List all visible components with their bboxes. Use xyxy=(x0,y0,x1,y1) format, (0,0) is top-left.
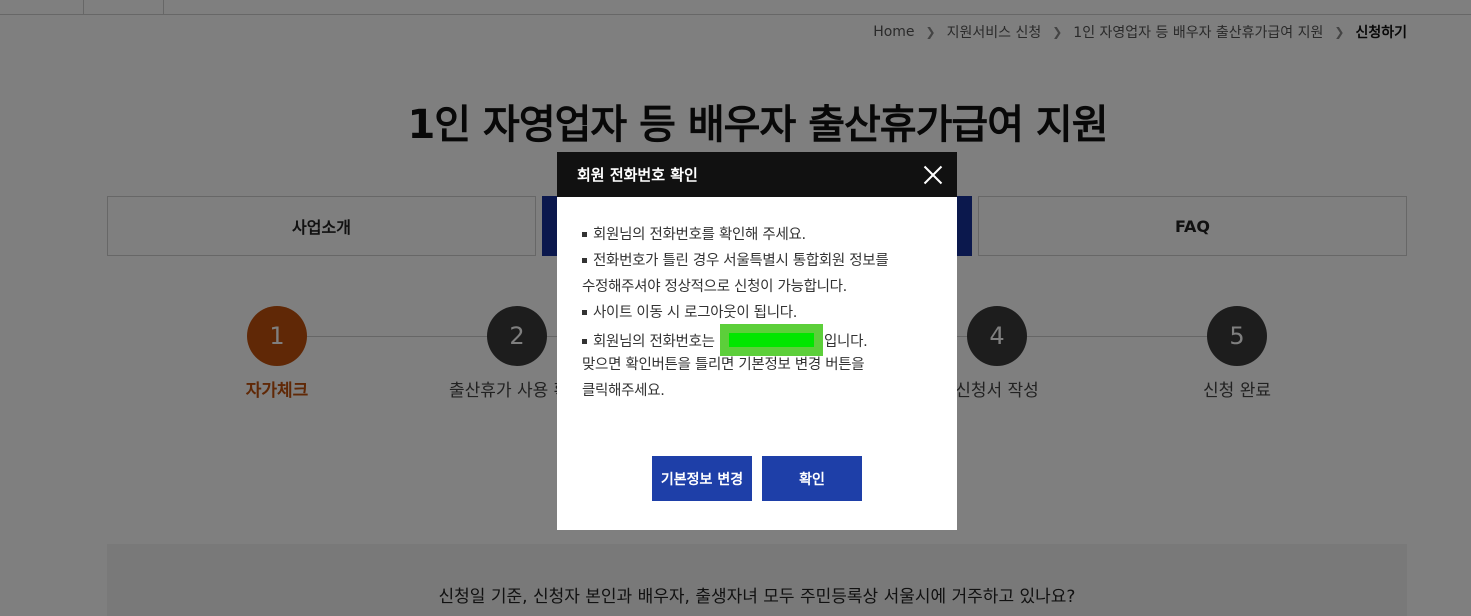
bullet-icon xyxy=(582,257,587,263)
close-icon[interactable] xyxy=(923,165,943,185)
modal-text: 회원님의 전화번호는 xyxy=(593,334,715,350)
modal-title: 회원 전화번호 확인 xyxy=(577,166,698,184)
modal-text-line: 전화번호가 틀린 경우 서울특별시 통합회원 정보를 xyxy=(582,248,942,274)
confirm-button[interactable]: 확인 xyxy=(762,456,862,501)
change-info-button[interactable]: 기본정보 변경 xyxy=(652,456,752,501)
modal-text: 전화번호가 틀린 경우 서울특별시 통합회원 정보를 xyxy=(593,253,889,269)
modal-text-line: 클릭해주세요. xyxy=(582,378,942,404)
phone-number-redacted xyxy=(719,324,823,356)
modal-text: 회원님의 전화번호를 확인해 주세요. xyxy=(593,227,806,243)
modal-body: 회원님의 전화번호를 확인해 주세요. 전화번호가 틀린 경우 서울특별시 통합… xyxy=(582,222,942,404)
modal-text: 수정해주셔야 정상적으로 신청이 가능합니다. xyxy=(582,279,847,295)
modal-header: 회원 전화번호 확인 xyxy=(557,152,957,197)
bullet-icon xyxy=(582,231,587,237)
modal-text-line: 수정해주셔야 정상적으로 신청이 가능합니다. xyxy=(582,274,942,300)
bullet-icon xyxy=(582,338,587,344)
modal-text: 입니다. xyxy=(823,334,868,350)
modal-text-line: 회원님의 전화번호는 입니다. xyxy=(582,324,942,356)
modal-text-line: 사이트 이동 시 로그아웃이 됩니다. xyxy=(582,300,942,326)
modal-text: 맞으면 확인버튼을 틀리면 기본정보 변경 버튼을 xyxy=(582,357,865,373)
modal-text: 사이트 이동 시 로그아웃이 됩니다. xyxy=(593,305,798,321)
modal-text: 클릭해주세요. xyxy=(582,383,665,399)
bullet-icon xyxy=(582,309,587,315)
modal-text-line: 회원님의 전화번호를 확인해 주세요. xyxy=(582,222,942,248)
phone-confirm-modal: 회원 전화번호 확인 회원님의 전화번호를 확인해 주세요. 전화번호가 틀린 … xyxy=(557,152,957,530)
